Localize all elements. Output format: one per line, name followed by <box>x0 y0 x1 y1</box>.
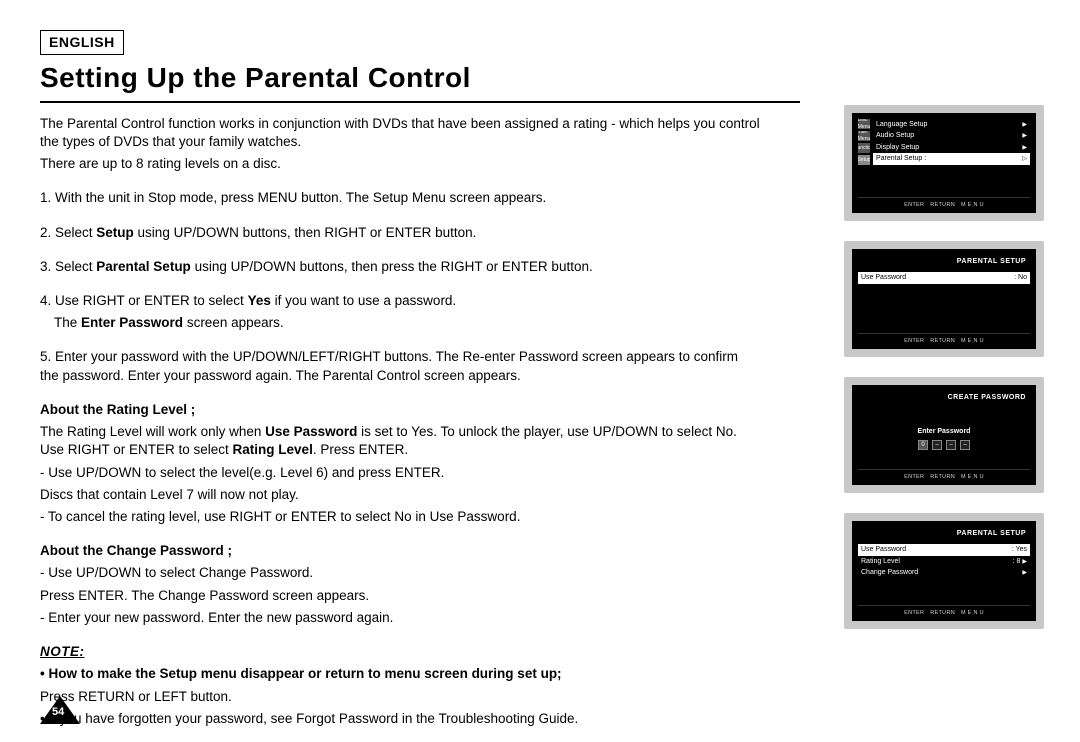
step-2: 2. Select Setup using UP/DOWN buttons, t… <box>40 224 760 242</box>
page-title: Setting Up the Parental Control <box>40 59 800 103</box>
screen-title: PARENTAL SETUP <box>858 527 1030 544</box>
sidebar-icons: Disc Menu Title Menu Function Setup <box>858 119 870 165</box>
chevron-right-icon: ▶ <box>1022 569 1027 577</box>
password-digit-empty: – <box>946 440 956 450</box>
step-1: 1. With the unit in Stop mode, press MEN… <box>40 189 760 207</box>
step-3: 3. Select Parental Setup using UP/DOWN b… <box>40 258 760 276</box>
chevron-right-icon: ▷ <box>1022 155 1027 163</box>
screen-footer: ENTER RETURN M E N U <box>858 469 1030 481</box>
note-label: NOTE: <box>40 644 85 659</box>
password-digit-empty: – <box>932 440 942 450</box>
screen-footer: ENTER RETURN M E N U <box>858 197 1030 209</box>
function-icon: Function <box>858 143 870 153</box>
disc-menu-icon: Disc Menu <box>858 119 870 129</box>
screen-title: PARENTAL SETUP <box>858 255 1030 272</box>
change-password-row: Change Password ▶ <box>858 567 1030 578</box>
screenshot-create-password: CREATE PASSWORD Enter Password 0 – – – E… <box>844 377 1044 493</box>
intro-line2: There are up to 8 rating levels on a dis… <box>40 155 760 173</box>
chevron-right-icon: ▶ <box>1022 144 1027 152</box>
rating-level-row: Rating Level : 8 ▶ <box>858 556 1030 567</box>
use-password-row: Use Password : No <box>858 272 1030 283</box>
about-rating-3: Discs that contain Level 7 will now not … <box>40 486 760 504</box>
page-number: 54 <box>52 705 64 720</box>
menu-item: Language Setup▶ <box>873 119 1030 130</box>
about-pw-2: Press ENTER. The Change Password screen … <box>40 587 760 605</box>
step-4: 4. Use RIGHT or ENTER to select Yes if y… <box>40 292 760 310</box>
screen-footer: ENTER RETURN M E N U <box>858 333 1030 345</box>
note-2: Press RETURN or LEFT button. <box>40 688 760 706</box>
screenshot-parental-yes: PARENTAL SETUP Use Password : Yes Rating… <box>844 513 1044 629</box>
screenshots-column: Disc Menu Title Menu Function Setup Lang… <box>844 105 1044 629</box>
setup-icon: Setup <box>858 155 870 165</box>
menu-item: Display Setup▶ <box>873 142 1030 153</box>
about-pw-1: - Use UP/DOWN to select Change Password. <box>40 564 760 582</box>
step-5: 5. Enter your password with the UP/DOWN/… <box>40 348 760 384</box>
password-input-boxes: 0 – – – <box>918 440 970 450</box>
intro-line1: The Parental Control function works in c… <box>40 115 760 151</box>
note-1: • How to make the Setup menu disappear o… <box>40 665 760 683</box>
use-password-row: Use Password : Yes <box>858 544 1030 555</box>
title-menu-icon: Title Menu <box>858 131 870 141</box>
about-rating-2: - Use UP/DOWN to select the level(e.g. L… <box>40 464 760 482</box>
language-label: ENGLISH <box>40 30 124 55</box>
chevron-right-icon: ▶ <box>1022 559 1027 565</box>
screen-footer: ENTER RETURN M E N U <box>858 605 1030 617</box>
menu-item: Audio Setup▶ <box>873 130 1030 141</box>
about-pw-3: - Enter your new password. Enter the new… <box>40 609 760 627</box>
body-text: The Parental Control function works in c… <box>40 115 760 728</box>
screenshot-setup-menu: Disc Menu Title Menu Function Setup Lang… <box>844 105 1044 221</box>
screenshot-parental-no: PARENTAL SETUP Use Password : No ENTER R… <box>844 241 1044 357</box>
password-prompt: Enter Password <box>918 427 971 436</box>
chevron-right-icon: ▶ <box>1022 121 1027 129</box>
about-rating-4: - To cancel the rating level, use RIGHT … <box>40 508 760 526</box>
menu-item-selected: Parental Setup :▷ <box>873 153 1030 164</box>
about-rating-1: The Rating Level will work only when Use… <box>40 423 760 459</box>
chevron-right-icon: ▶ <box>1022 132 1027 140</box>
note-3: • If you have forgotten your password, s… <box>40 710 760 728</box>
step-4b: The Enter Password screen appears. <box>40 314 760 332</box>
about-rating-title: About the Rating Level ; <box>40 401 760 419</box>
password-digit: 0 <box>918 440 928 450</box>
about-pw-title: About the Change Password ; <box>40 542 760 560</box>
password-digit-empty: – <box>960 440 970 450</box>
screen-title: CREATE PASSWORD <box>858 391 1030 408</box>
